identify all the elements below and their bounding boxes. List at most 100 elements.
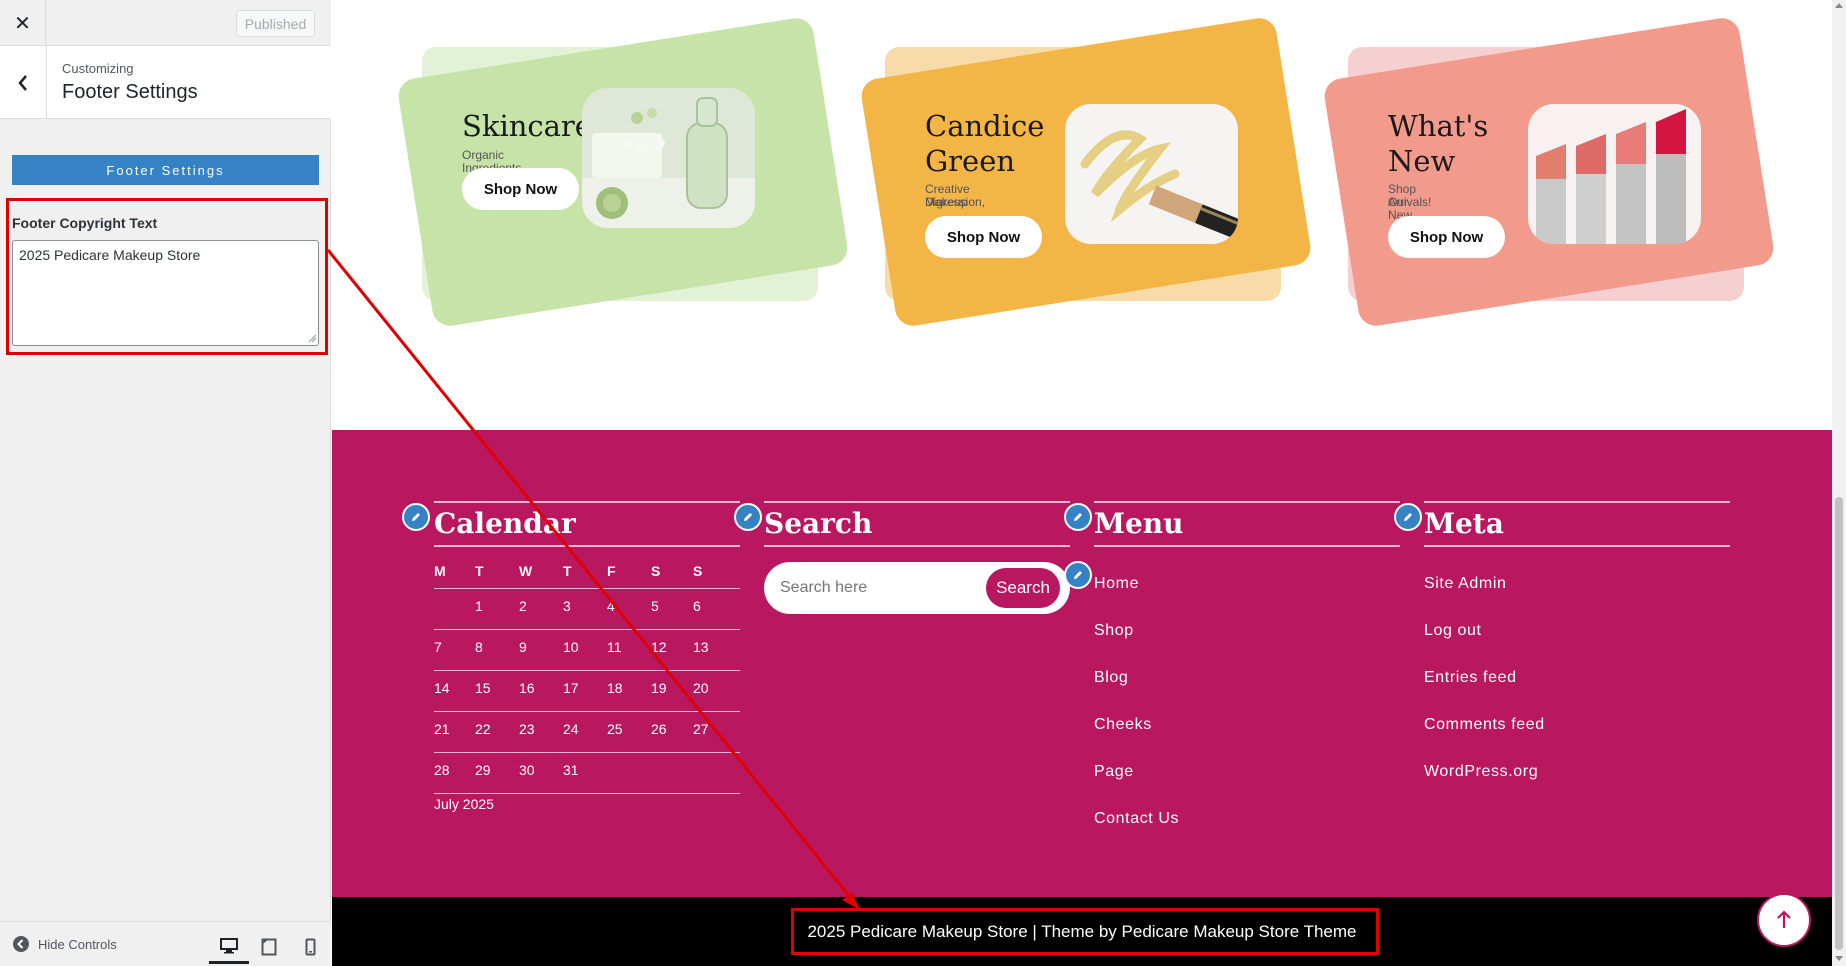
pencil-edit-icon[interactable]: [1064, 503, 1092, 531]
meta-link-comments-feed[interactable]: Comments feed: [1424, 716, 1545, 734]
calendar-day: 21: [434, 721, 450, 737]
calendar-day-header: M: [434, 563, 446, 579]
copyright-text: 2025 Pedicare Makeup Store | Theme by Pe…: [807, 921, 1357, 941]
calendar-day: 1: [475, 598, 483, 614]
calendar-day: 18: [607, 680, 623, 696]
calendar-day: 9: [519, 639, 527, 655]
calendar-day: 26: [651, 721, 667, 737]
calendar-day: 14: [434, 680, 450, 696]
section-header: Customizing Footer Settings: [0, 46, 331, 119]
footer-copyright-bar: 2025 Pedicare Makeup Store | Theme by Pe…: [332, 897, 1832, 966]
calendar-day: 31: [563, 762, 579, 778]
card-title-line-2: Green: [925, 144, 1016, 178]
copyright-field-label: Footer Copyright Text: [12, 215, 158, 231]
calendar-day: 15: [475, 680, 491, 696]
calendar-day: 13: [693, 639, 709, 655]
calendar-day: 25: [607, 721, 623, 737]
card-subtitle-line-2: Makeup: [925, 195, 968, 209]
card-title-line-1: Candice: [925, 109, 1045, 143]
close-icon[interactable]: ✕: [0, 0, 46, 46]
arrow-up-icon: [1777, 910, 1791, 928]
search-title-row: Search: [764, 501, 1070, 547]
scroll-to-top-button[interactable]: [1757, 893, 1811, 947]
menu-title-row: Menu: [1094, 501, 1400, 547]
menu-title: Menu: [1094, 507, 1184, 540]
meta-link-site-admin[interactable]: Site Admin: [1424, 575, 1506, 593]
calendar-day: 2: [519, 598, 527, 614]
published-button[interactable]: Published: [236, 10, 315, 37]
desktop-preview-icon[interactable]: [209, 930, 249, 964]
pencil-edit-icon[interactable]: [1064, 561, 1092, 589]
menu-link-page[interactable]: Page: [1094, 763, 1134, 781]
preview-scrollbar[interactable]: [1832, 0, 1846, 966]
breadcrumb: Customizing: [62, 61, 134, 76]
customizer-window: ✕ Published Customizing Footer Settings …: [0, 0, 1846, 966]
calendar-row-divider: [434, 711, 740, 712]
menu-link-shop[interactable]: Shop: [1094, 622, 1134, 640]
calendar-caption: July 2025: [434, 796, 494, 812]
calendar-day: 19: [651, 680, 667, 696]
tablet-preview-icon[interactable]: [249, 930, 289, 964]
menu-link-blog[interactable]: Blog: [1094, 669, 1128, 687]
calendar-day: 10: [563, 639, 579, 655]
pencil-edit-icon[interactable]: [402, 503, 430, 531]
footer-widgets: Calendar M T W T F S S 1 2 3 4 5 6 7 8 9 10 11 12 13 14 15 16 1…: [332, 430, 1832, 897]
calendar-day-header: S: [651, 563, 661, 579]
panel-title: Footer Settings: [62, 81, 198, 103]
menu-link-contact-us[interactable]: Contact Us: [1094, 810, 1179, 828]
resize-grip-icon[interactable]: [308, 334, 317, 343]
pencil-edit-icon[interactable]: [734, 503, 762, 531]
concealer-product-image: [1065, 104, 1238, 244]
back-chevron-icon[interactable]: [0, 46, 47, 119]
menu-link-home[interactable]: Home: [1094, 575, 1139, 593]
shop-now-button[interactable]: Shop Now: [462, 168, 579, 210]
calendar-day: 28: [434, 762, 450, 778]
calendar-day: 22: [475, 721, 491, 737]
hide-controls-label: Hide Controls: [38, 936, 117, 952]
search-button[interactable]: Search: [986, 568, 1060, 608]
collapse-arrow-icon: [13, 936, 29, 952]
pencil-edit-icon[interactable]: [1394, 503, 1422, 531]
calendar-day: 24: [563, 721, 579, 737]
calendar-day: 23: [519, 721, 535, 737]
calendar-day: 16: [519, 680, 535, 696]
calendar-row-divider: [434, 752, 740, 753]
meta-title: Meta: [1424, 507, 1504, 540]
calendar-day: 11: [607, 639, 622, 655]
search-input[interactable]: [780, 575, 980, 601]
shop-now-button[interactable]: Shop Now: [925, 216, 1042, 258]
scrollbar-thumb[interactable]: [1835, 497, 1843, 950]
sidebar-topbar: ✕ Published: [0, 0, 331, 46]
mobile-preview-icon[interactable]: [290, 930, 330, 964]
footer-settings-heading: Footer Settings: [12, 155, 319, 185]
calendar-row-divider: [434, 629, 740, 630]
customizer-sidebar: ✕ Published Customizing Footer Settings …: [0, 0, 331, 966]
calendar-day-header: S: [693, 563, 703, 579]
shop-now-button[interactable]: Shop Now: [1388, 216, 1505, 258]
search-title: Search: [764, 507, 873, 540]
calendar-day-header: T: [475, 563, 484, 579]
meta-link-log-out[interactable]: Log out: [1424, 622, 1482, 640]
calendar-day: 4: [607, 598, 615, 614]
hide-controls-button[interactable]: Hide Controls: [13, 936, 117, 952]
site-preview: Skincare Organic Ingredients Shop Now: [332, 0, 1832, 966]
calendar-day: 12: [651, 639, 667, 655]
calendar-day: 27: [693, 721, 709, 737]
calendar-day: 8: [475, 639, 483, 655]
calendar-title-row: Calendar: [434, 501, 740, 547]
copyright-textarea[interactable]: [12, 240, 319, 346]
card-title: Skincare: [462, 109, 592, 143]
meta-link-wordpress-org[interactable]: WordPress.org: [1424, 763, 1538, 781]
meta-link-entries-feed[interactable]: Entries feed: [1424, 669, 1517, 687]
calendar-day: 3: [563, 598, 571, 614]
calendar-title: Calendar: [434, 507, 576, 540]
calendar-day: 29: [475, 762, 491, 778]
scroll-down-arrow-icon[interactable]: [1835, 956, 1843, 961]
lipstick-product-image: [1528, 104, 1701, 244]
scroll-up-arrow-icon[interactable]: [1835, 3, 1843, 8]
skincare-product-image: [582, 88, 755, 228]
search-form: Search: [764, 562, 1070, 614]
calendar-day-header: F: [607, 563, 616, 579]
card-title-line-2: New: [1388, 144, 1456, 178]
menu-link-cheeks[interactable]: Cheeks: [1094, 716, 1152, 734]
